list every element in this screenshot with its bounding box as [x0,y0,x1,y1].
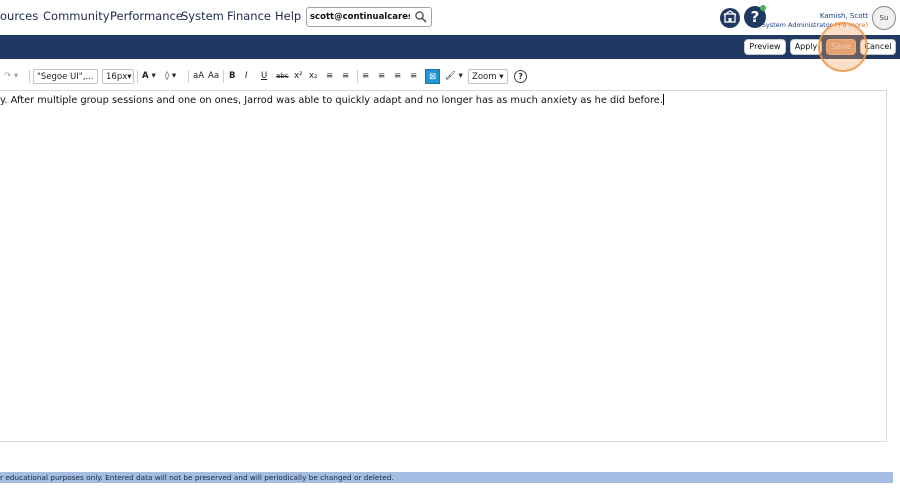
toolbar-divider [188,70,189,83]
page: ources Community Performance System Fina… [0,0,900,501]
bold-button[interactable]: B [229,69,235,84]
font-size-select[interactable]: 16px▾ [102,69,134,84]
editor-text: y. After multiple group sessions and one… [0,95,663,106]
search-input[interactable] [310,10,410,24]
zoom-label: Zoom [472,72,497,82]
preview-button[interactable]: Preview [744,39,786,55]
uppercase-button[interactable]: Aa [208,69,219,84]
nav-item-performance[interactable]: Performance [110,9,183,23]
rich-text-editor[interactable]: y. After multiple group sessions and one… [0,90,887,442]
text-caret [662,94,664,105]
notification-dot [760,5,766,11]
align-right-icon[interactable]: ≡ [394,69,401,84]
user-name[interactable]: Kamish, Scott [820,12,868,20]
font-color-icon[interactable]: A ▾ [142,69,156,84]
top-nav: ources Community Performance System Fina… [0,0,900,35]
editor-toolbar: ↷ ▾ "Segoe UI",... 16px▾ A ▾ ◊ ▾ aA Aa B… [0,67,900,87]
toolbar-divider [223,70,224,83]
lowercase-button[interactable]: aA [193,69,204,84]
home-icon[interactable] [720,8,740,28]
format-painter-label: 🖌 [445,71,456,81]
highlight-color-icon[interactable]: ◊ ▾ [165,69,176,84]
zoom-select[interactable]: Zoom ▾ [468,69,508,84]
toolbar-divider [357,70,358,83]
nav-item-resources[interactable]: ources [0,9,38,23]
redo-icon[interactable]: ↷ ▾ [4,69,18,84]
italic-button[interactable]: I [245,69,248,84]
demo-notice-banner: r educational purposes only. Entered dat… [0,472,893,483]
underline-button[interactable]: U [261,69,267,84]
search-icon[interactable] [414,10,428,24]
clear-format-icon[interactable]: ⊠ [425,69,440,84]
font-family-select[interactable]: "Segoe UI",... [33,69,98,84]
nav-item-help[interactable]: Help [275,9,301,23]
nav-item-system[interactable]: System [181,9,224,23]
highlight-color-label: ◊ [165,71,170,81]
user-role-label: System Administrator [761,21,833,29]
ordered-list-icon[interactable]: ≡ [326,69,333,84]
click-highlight [818,22,868,72]
editor-help-icon[interactable]: ? [514,70,527,83]
nav-item-community[interactable]: Community [43,9,110,23]
justify-icon[interactable]: ≡ [410,69,417,84]
search-box [306,7,432,27]
font-color-label: A [142,71,149,81]
strikethrough-button[interactable]: abc [276,69,289,84]
font-size-value: 16px [106,72,128,82]
nav-item-finance[interactable]: Finance [227,9,271,23]
editor-content[interactable]: y. After multiple group sessions and one… [0,94,664,106]
avatar[interactable]: Su [872,6,896,30]
toolbar-divider [29,70,30,83]
align-left-icon[interactable]: ≡ [362,69,369,84]
superscript-button[interactable]: x² [294,69,302,84]
action-bar: Preview Apply Save Cancel [0,35,900,59]
unordered-list-icon[interactable]: ≡ [342,69,349,84]
toolbar-divider [137,70,138,83]
subscript-button[interactable]: x₂ [309,69,317,84]
align-center-icon[interactable]: ≡ [378,69,385,84]
format-painter-icon[interactable]: 🖌 ▾ [445,69,463,84]
